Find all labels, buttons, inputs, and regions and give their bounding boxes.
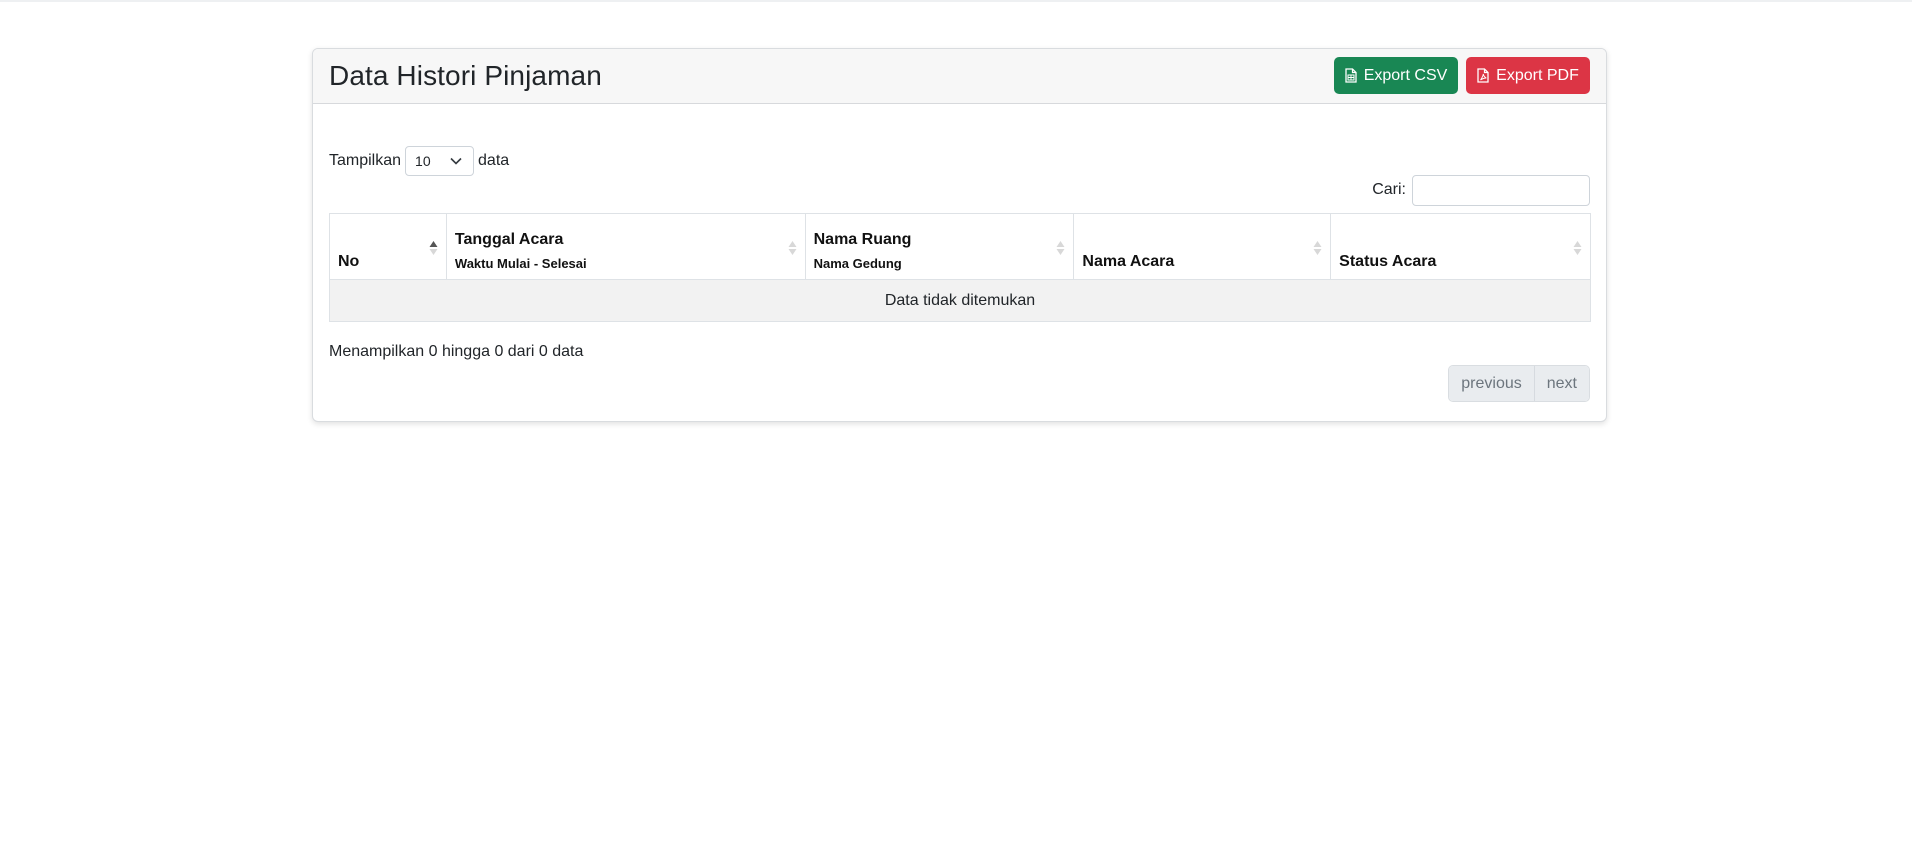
sort-ascending-icon [429, 241, 438, 255]
history-table: No Tanggal Acara Waktu Mulai - Selesai N… [329, 213, 1591, 322]
export-csv-label: Export CSV [1363, 66, 1448, 84]
column-header-label: No [338, 253, 360, 270]
page-length-control: Tampilkan 10 data [329, 146, 509, 176]
sort-icon [1313, 241, 1322, 255]
column-header-label: Tanggal Acara [454, 231, 564, 248]
sort-icon [1056, 241, 1065, 255]
export-csv-button[interactable]: Export CSV [1334, 57, 1458, 94]
column-header-tanggal-acara[interactable]: Tanggal Acara Waktu Mulai - Selesai [445, 213, 806, 280]
page-length-value: 10 [415, 153, 431, 169]
chevron-down-icon [450, 157, 462, 165]
previous-page-button[interactable]: previous [1449, 366, 1535, 401]
history-card: Data Histori Pinjaman Export CSV Export … [312, 48, 1607, 422]
column-header-label: Status Acara [1339, 253, 1437, 270]
page-length-select[interactable]: 10 [405, 146, 475, 176]
column-header-nama-ruang[interactable]: Nama Ruang Nama Gedung [804, 213, 1075, 280]
pagination: previous next [1448, 365, 1590, 402]
file-csv-icon [1345, 68, 1357, 83]
file-pdf-icon [1477, 68, 1489, 83]
column-header-label: Nama Ruang [813, 231, 912, 248]
table-header-row: No Tanggal Acara Waktu Mulai - Selesai N… [329, 213, 1591, 280]
search-label: Cari: [1372, 181, 1406, 198]
search-input[interactable] [1412, 174, 1590, 206]
top-border [0, 0, 1912, 2]
column-header-sublabel: Nama Gedung [813, 256, 902, 271]
column-header-no[interactable]: No [329, 213, 447, 280]
column-header-status-acara[interactable]: Status Acara [1330, 213, 1591, 280]
export-pdf-label: Export PDF [1496, 66, 1579, 84]
column-header-sublabel: Waktu Mulai - Selesai [454, 256, 587, 271]
table-row: Data tidak ditemukan [329, 279, 1591, 322]
column-header-nama-acara[interactable]: Nama Acara [1073, 213, 1332, 280]
length-suffix: data [478, 152, 510, 169]
page-title: Data Histori Pinjaman [329, 60, 602, 91]
table-info: Menampilkan 0 hingga 0 dari 0 data [329, 343, 584, 360]
empty-table-message: Data tidak ditemukan [329, 279, 1591, 322]
card-header: Data Histori Pinjaman Export CSV Export … [313, 49, 1606, 104]
sort-icon [788, 241, 797, 255]
column-header-label: Nama Acara [1082, 253, 1175, 270]
export-pdf-button[interactable]: Export PDF [1466, 57, 1590, 94]
search-control: Cari: [1372, 174, 1590, 206]
next-page-button[interactable]: next [1534, 366, 1589, 401]
sort-icon [1573, 241, 1582, 255]
length-prefix: Tampilkan [329, 152, 402, 169]
